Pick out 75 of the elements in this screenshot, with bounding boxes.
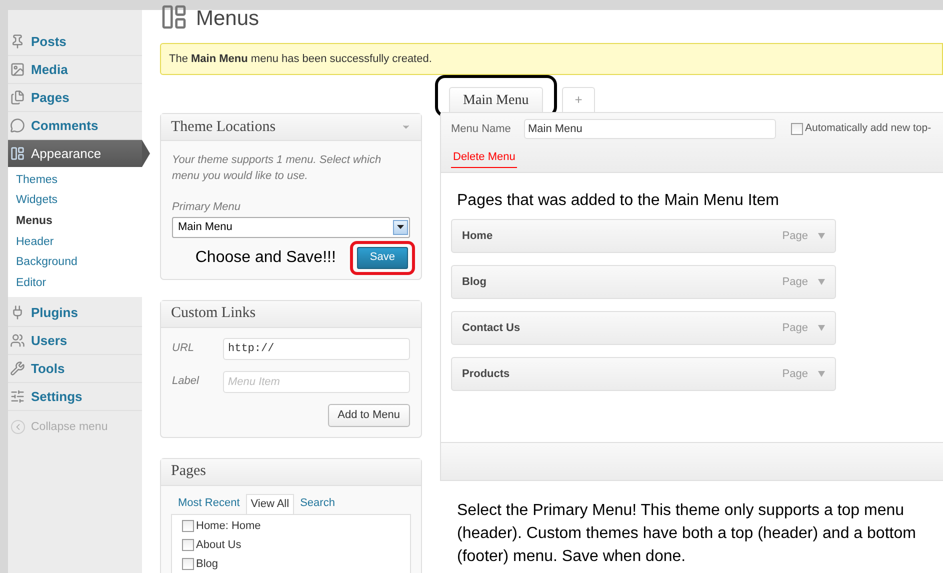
annotation-text: Choose and Save!!! bbox=[195, 248, 336, 268]
annotation-paragraph: Select the Primary Menu! This theme only supports a top menu (header). Custom themes have both a top (header) and a bottom (footer) menu. Save when done. bbox=[456, 501, 917, 567]
menu-item-type: Page bbox=[782, 320, 808, 336]
menus-page-icon bbox=[160, 2, 188, 30]
menu-item-bar[interactable]: Contact Us Page bbox=[451, 311, 836, 345]
users-icon bbox=[10, 333, 25, 348]
page-title: Menus bbox=[196, 6, 260, 32]
expand-arrow-icon[interactable] bbox=[818, 371, 825, 377]
settings-icon bbox=[10, 389, 25, 404]
expand-arrow-icon[interactable] bbox=[818, 233, 825, 239]
checkbox-label: Automatically add new top- bbox=[805, 121, 932, 136]
theme-description: Your theme supports 1 menu. Select which menu you would like to use. bbox=[172, 153, 382, 184]
pin-icon bbox=[10, 34, 25, 49]
panel-tab[interactable]: Most Recent bbox=[174, 494, 244, 514]
delete-menu-link[interactable]: Delete Menu bbox=[451, 149, 518, 168]
sidebar-item[interactable]: Users bbox=[8, 327, 142, 356]
menu-name-field[interactable]: Main Menu bbox=[524, 119, 776, 139]
sidebar-item[interactable]: Plugins bbox=[8, 299, 142, 328]
notice-text: The Main Menu menu has been successfully created. bbox=[169, 52, 432, 67]
menu-select[interactable]: Main Menu bbox=[172, 216, 410, 238]
sidebar-item[interactable]: Pages bbox=[8, 84, 142, 112]
field-label: URL bbox=[172, 341, 196, 356]
menu-item-title: Home bbox=[462, 228, 493, 244]
expand-arrow-icon[interactable] bbox=[818, 325, 825, 331]
image-icon bbox=[10, 62, 25, 77]
sidebar-item[interactable]: Tools bbox=[8, 355, 142, 384]
plug-icon bbox=[10, 305, 25, 320]
wrench-icon bbox=[10, 361, 25, 376]
url-field[interactable]: http:// bbox=[223, 338, 410, 360]
checkbox[interactable] bbox=[182, 558, 194, 570]
checkbox-label: Home: Home bbox=[196, 518, 261, 534]
submenu-item[interactable]: Widgets bbox=[8, 190, 142, 212]
annotation-text: Pages that was added to the Main Menu Item bbox=[456, 191, 780, 211]
menu-tab[interactable]: + bbox=[562, 87, 596, 112]
sidebar-item[interactable]: Posts bbox=[8, 28, 142, 56]
collapse-icon bbox=[11, 420, 25, 434]
menu-tab[interactable]: Main Menu bbox=[449, 87, 543, 112]
field-label: Label bbox=[172, 374, 200, 390]
panel-tab[interactable]: View All bbox=[246, 494, 294, 514]
add-to-menu-button[interactable]: Add to Menu bbox=[328, 404, 410, 426]
pointer-arrow-icon bbox=[142, 140, 150, 167]
menu-item-title: Blog bbox=[462, 274, 486, 290]
checkbox[interactable] bbox=[182, 539, 194, 551]
checkbox[interactable] bbox=[182, 520, 194, 532]
pages-icon bbox=[10, 90, 25, 105]
sidebar-item[interactable]: Settings bbox=[8, 383, 142, 412]
label-field[interactable]: Menu Item bbox=[223, 370, 410, 392]
menu-item-title: Products bbox=[462, 366, 510, 382]
field-label: Primary Menu bbox=[172, 200, 242, 215]
menu-item-type: Page bbox=[782, 228, 808, 244]
menu-item-bar[interactable]: Blog Page bbox=[451, 265, 836, 299]
save-button[interactable]: Save bbox=[356, 246, 408, 268]
sidebar-item[interactable]: Appearance bbox=[8, 140, 142, 167]
menu-item-type: Page bbox=[782, 274, 808, 290]
panel-tab[interactable]: Search bbox=[296, 494, 339, 514]
submenu-item[interactable]: Editor bbox=[8, 273, 142, 294]
submenu-item[interactable]: Header bbox=[8, 232, 142, 253]
menu-item-bar[interactable]: Home Page bbox=[451, 219, 836, 253]
field-label: Menu Name bbox=[451, 122, 512, 137]
submenu-item[interactable]: Menus bbox=[8, 211, 142, 232]
speech-bubble-icon bbox=[10, 118, 25, 133]
layout-icon bbox=[10, 146, 25, 161]
menu-item-type: Page bbox=[782, 366, 808, 382]
checkbox-label: About Us bbox=[196, 538, 242, 553]
checkbox[interactable] bbox=[791, 123, 803, 135]
expand-arrow-icon[interactable] bbox=[818, 279, 825, 285]
checkbox-label: Blog bbox=[196, 556, 218, 572]
submenu-item[interactable]: Background bbox=[8, 252, 142, 274]
submenu-item[interactable]: Themes bbox=[8, 170, 142, 191]
menu-item-title: Contact Us bbox=[462, 320, 520, 336]
box-title: Theme Locations bbox=[171, 118, 276, 137]
box-title: Custom Links bbox=[171, 304, 256, 324]
sidebar-item[interactable]: Media bbox=[8, 56, 142, 84]
menu-item-bar[interactable]: Products Page bbox=[451, 357, 836, 391]
box-title: Pages bbox=[171, 462, 206, 482]
